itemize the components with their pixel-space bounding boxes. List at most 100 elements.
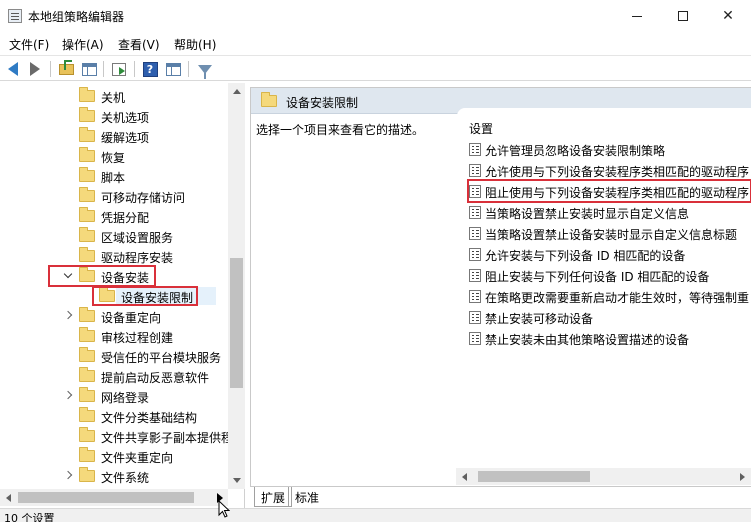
tree-item-label: 文件分类基础结构 [101, 411, 198, 425]
folder-icon [79, 127, 95, 142]
minimize-button[interactable] [614, 0, 660, 32]
policy-label: 禁止安装未由其他策略设置描述的设备 [485, 333, 690, 347]
tree-item[interactable]: 恢复 [0, 146, 228, 166]
policy-row[interactable]: 允许管理员忽略设备安装限制策略 [457, 139, 751, 160]
tree-horizontal-scrollbar[interactable] [0, 489, 228, 506]
tree-item[interactable]: 脚本 [0, 166, 228, 186]
tree-item[interactable]: 凭据分配 [0, 206, 228, 226]
policy-row[interactable]: 当策略设置禁止安装时显示自定义信息 [457, 202, 751, 223]
tree-item[interactable]: 文件共享影子副本提供程 [0, 426, 233, 446]
tree-vertical-scrollbar[interactable] [228, 83, 245, 489]
tree-item[interactable]: 文件系统 [0, 466, 228, 486]
title-bar: 本地组策略编辑器 ✕ [0, 0, 751, 32]
folder-icon [79, 207, 95, 222]
policy-setting-icon [469, 164, 481, 177]
tree-item[interactable]: 受信任的平台模块服务 [0, 346, 228, 366]
tree-item[interactable]: 驱动程序安装 [0, 246, 228, 266]
scroll-left-button[interactable] [0, 489, 17, 506]
toolbar-separator [103, 61, 104, 77]
app-icon [8, 9, 22, 23]
show-hide-tree-button[interactable] [80, 60, 98, 78]
tree-item[interactable]: 文件夹重定向 [0, 446, 228, 466]
scroll-left-icon [462, 472, 467, 481]
close-button[interactable]: ✕ [705, 0, 751, 32]
toolbar-separator [50, 61, 51, 77]
policy-setting-icon [469, 143, 481, 156]
folder-icon [79, 407, 95, 422]
tree-item[interactable]: 缓解选项 [0, 126, 228, 146]
policy-row[interactable]: 阻止安装与下列任何设备 ID 相匹配的设备 [457, 265, 751, 286]
properties-pane-button[interactable] [164, 60, 182, 78]
tree-item-label: 设备重定向 [101, 311, 162, 325]
tree-item[interactable]: 设备安装限制 [0, 286, 228, 306]
folder-icon [79, 367, 95, 382]
scroll-up-button[interactable] [228, 83, 245, 100]
tree-item[interactable]: 可移动存储访问 [0, 186, 228, 206]
tree-pane[interactable]: 关机 关机选项 缓解选项恢复 脚本 可移动存储访问 凭据分配 区域设置服务 驱动程序安装 设备安… [0, 83, 245, 508]
tree-hscroll-thumb[interactable] [18, 492, 194, 503]
up-one-level-button[interactable] [57, 59, 75, 78]
tree-item[interactable]: 关机 [0, 86, 228, 106]
menu-bar: 文件(F) 操作(A) 查看(V) 帮助(H) [0, 32, 751, 54]
mouse-cursor-icon [218, 500, 230, 518]
menu-help[interactable]: 帮助(H) [174, 36, 216, 53]
folder-icon [79, 247, 95, 262]
folder-icon [79, 327, 95, 342]
close-icon: ✕ [722, 8, 734, 24]
view-tabs: 扩展 标准 [250, 486, 751, 508]
tab-extended[interactable]: 扩展 [254, 487, 293, 507]
forward-button[interactable] [26, 60, 44, 78]
menu-file[interactable]: 文件(F) [9, 36, 49, 53]
tree-item-label: 关机 [101, 91, 126, 105]
details-title: 设备安装限制 [286, 96, 359, 110]
chevron-right-icon[interactable] [64, 311, 72, 321]
maximize-button[interactable] [660, 0, 706, 32]
scroll-down-button[interactable] [228, 472, 245, 489]
policy-setting-icon [469, 248, 481, 261]
tree-item[interactable]: 区域设置服务 [0, 226, 228, 246]
chevron-right-icon[interactable] [64, 471, 72, 481]
policy-row[interactable]: 禁止安装可移动设备 [457, 307, 751, 328]
folder-icon [79, 427, 95, 442]
menu-action[interactable]: 操作(A) [62, 36, 104, 53]
policy-row[interactable]: 允许使用与下列设备安装程序类相匹配的驱动程序 [457, 160, 751, 181]
tree-item-label: 恢复 [101, 151, 126, 165]
minimize-icon [632, 15, 642, 17]
tree-item[interactable]: 网络登录 [0, 386, 228, 406]
tab-standard[interactable]: 标准 [288, 487, 325, 507]
list-hscroll-thumb[interactable] [478, 471, 590, 482]
tree-item[interactable]: 设备安装 [0, 265, 228, 287]
scroll-up-icon [232, 89, 241, 94]
list-horizontal-scrollbar[interactable] [456, 468, 751, 485]
policy-list[interactable]: 设置 允许管理员忽略设备安装限制策略 允许使用与下列设备安装程序类相匹配的驱动程序… [457, 108, 751, 473]
export-list-button[interactable] [110, 60, 128, 78]
filter-button[interactable] [196, 60, 214, 79]
menu-view[interactable]: 查看(V) [118, 36, 160, 53]
policy-row[interactable]: 在策略更改需要重新启动才能生效时，等待强制重 [457, 286, 751, 307]
policy-row[interactable]: 当策略设置禁止设备安装时显示自定义信息标题 [457, 223, 751, 244]
tree-item[interactable]: 设备重定向 [0, 306, 228, 326]
tree-item[interactable]: 文件分类基础结构 [0, 406, 228, 426]
tree-item-label: 审核过程创建 [101, 331, 174, 345]
tree-item[interactable]: 提前启动反恶意软件 [0, 366, 228, 386]
back-button[interactable] [4, 60, 22, 78]
annotation-highlight-box [48, 265, 156, 287]
tree-item[interactable]: 审核过程创建 [0, 326, 228, 346]
column-header-setting[interactable]: 设置 [469, 120, 493, 137]
filter-icon [198, 64, 212, 79]
policy-label: 当策略设置禁止安装时显示自定义信息 [485, 207, 690, 221]
scroll-left-icon [6, 493, 11, 502]
list-scroll-right-button[interactable] [734, 468, 751, 485]
policy-label: 阻止安装与下列任何设备 ID 相匹配的设备 [485, 270, 710, 284]
list-scroll-left-button[interactable] [456, 468, 473, 485]
annotation-highlight-box [467, 179, 751, 203]
folder-icon [79, 347, 95, 362]
policy-row[interactable]: 禁止安装未由其他策略设置描述的设备 [457, 328, 751, 349]
tree-scroll-thumb[interactable] [230, 258, 243, 388]
policy-row[interactable]: 允许安装与下列设备 ID 相匹配的设备 [457, 244, 751, 265]
help-button[interactable]: ? [141, 60, 159, 78]
tree-item[interactable]: 关机选项 [0, 106, 228, 126]
up-folder-icon [58, 59, 74, 75]
policy-setting-icon [469, 227, 481, 240]
chevron-right-icon[interactable] [64, 391, 72, 401]
